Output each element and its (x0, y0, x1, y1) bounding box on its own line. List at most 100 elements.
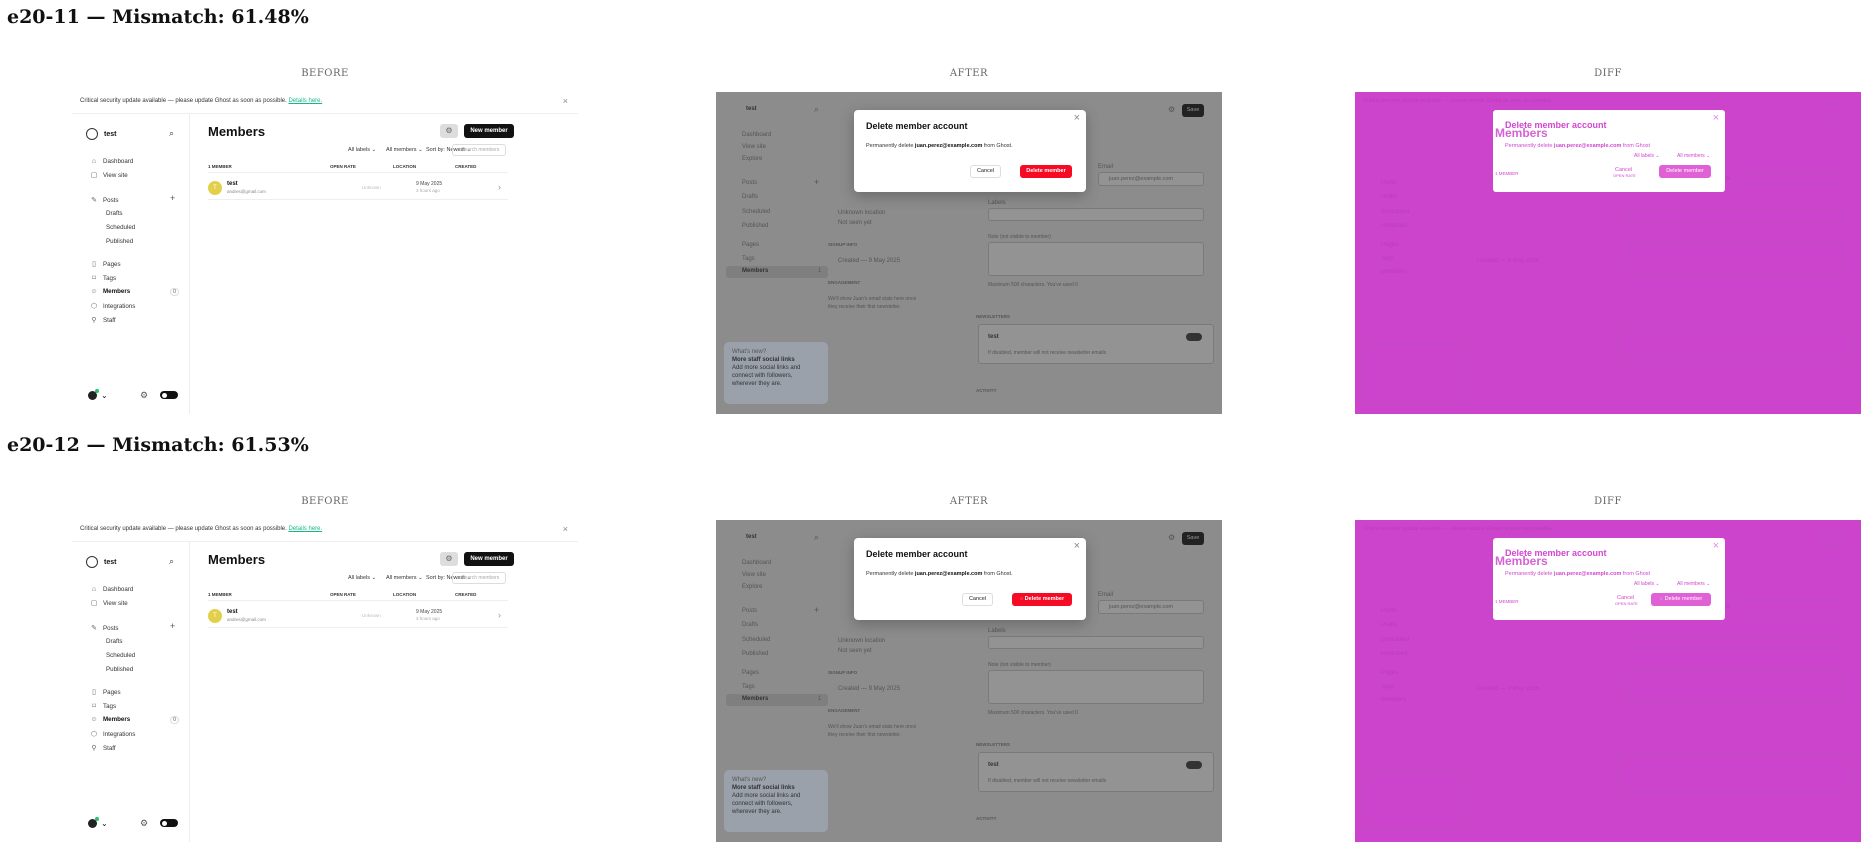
whats-new-card[interactable]: What's new? More staff social links Add … (724, 770, 828, 832)
sidebar-item-members[interactable]: ☺ Members (90, 288, 130, 295)
site-brand[interactable]: test (86, 128, 116, 140)
sidebar-item-drafts[interactable]: Drafts (106, 210, 123, 217)
sidebar-item-published[interactable]: Published (106, 238, 133, 245)
sidebar-item-scheduled[interactable]: Scheduled (742, 637, 770, 643)
search-icon[interactable]: ⌕ (169, 556, 174, 567)
sidebar-item-posts[interactable]: Posts (742, 608, 757, 614)
search-icon[interactable]: ⌕ (814, 104, 819, 115)
gear-icon[interactable]: ⚙ (140, 390, 148, 401)
sidebar-item-explore[interactable]: Explore (742, 584, 762, 590)
close-icon[interactable]: × (1074, 112, 1080, 124)
column-header[interactable]: LOCATION (393, 592, 416, 597)
sidebar-item-view-site[interactable]: ▢ View site (90, 171, 128, 180)
sidebar-item-dashboard[interactable]: Dashboard (742, 132, 771, 138)
sidebar-item-published[interactable]: Published (742, 223, 768, 229)
sidebar-item-explore[interactable]: Explore (742, 156, 762, 162)
user-menu[interactable]: ⌄ (88, 389, 108, 400)
plus-icon[interactable]: + (814, 177, 819, 187)
sidebar-item-published[interactable]: Published (742, 651, 768, 657)
sidebar-item-members[interactable]: Members 1 (726, 694, 828, 706)
table-row[interactable]: T test andres@gmail.com Unknown 9 May 20… (208, 176, 508, 200)
close-icon[interactable]: × (563, 96, 568, 106)
column-header[interactable]: CREATED (455, 164, 476, 169)
settings-button[interactable]: ⚙ (440, 124, 458, 138)
sidebar-item-staff[interactable]: ⚲ Staff (90, 744, 115, 753)
new-member-button[interactable]: New member (464, 552, 514, 566)
sidebar-item-drafts[interactable]: Drafts (106, 638, 123, 645)
note-textarea[interactable] (988, 670, 1204, 704)
email-field[interactable]: juan.perez@example.com (1098, 172, 1204, 186)
sidebar-item-tags[interactable]: Tags (742, 684, 755, 690)
search-icon[interactable]: ⌕ (169, 128, 174, 139)
save-button[interactable]: Save (1182, 104, 1204, 117)
settings-button[interactable]: ⚙ (440, 552, 458, 566)
settings-icon[interactable]: ⚙ (1168, 105, 1175, 114)
column-header[interactable]: 1 MEMBER (208, 164, 232, 169)
filter-members-dropdown[interactable]: All members ⌄ (386, 575, 423, 581)
close-icon[interactable]: × (1074, 540, 1080, 552)
sidebar-item-members[interactable]: ☺ Members (90, 716, 130, 723)
filter-labels-dropdown[interactable]: All labels ⌄ (348, 575, 376, 581)
search-input[interactable]: ⌕ Search members (452, 144, 506, 156)
sidebar-item-scheduled[interactable]: Scheduled (742, 209, 770, 215)
filter-labels-dropdown[interactable]: All labels ⌄ (348, 147, 376, 153)
sidebar-item-posts[interactable]: ✎ Posts (90, 196, 118, 205)
sidebar-item-dashboard[interactable]: ⌂ Dashboard (90, 586, 133, 593)
table-row[interactable]: T test andres@gmail.com Unknown 9 May 20… (208, 604, 508, 628)
column-header[interactable]: 1 MEMBER (208, 592, 232, 597)
close-icon[interactable]: × (563, 524, 568, 534)
sidebar-item-published[interactable]: Published (106, 666, 133, 673)
note-textarea[interactable] (988, 242, 1204, 276)
gear-icon[interactable]: ⚙ (140, 818, 148, 829)
sidebar-item-pages[interactable]: ▯ Pages (90, 688, 120, 697)
sidebar-item-view-site[interactable]: ▢ View site (90, 599, 128, 608)
plus-icon[interactable]: + (814, 605, 819, 615)
whats-new-card[interactable]: What's new? More staff social links Add … (724, 342, 828, 404)
sidebar-item-tags[interactable]: Tags (742, 256, 755, 262)
sidebar-item-staff[interactable]: ⚲ Staff (90, 316, 115, 325)
sidebar-item-scheduled[interactable]: Scheduled (106, 224, 135, 231)
sidebar-item-pages[interactable]: Pages (742, 670, 759, 676)
column-header[interactable]: OPEN RATE (330, 164, 356, 169)
sidebar-item-drafts[interactable]: Drafts (742, 194, 758, 200)
filter-members-dropdown[interactable]: All members ⌄ (386, 147, 423, 153)
sidebar-item-scheduled[interactable]: Scheduled (106, 652, 135, 659)
sidebar-item-members[interactable]: Members 1 (726, 266, 828, 278)
dark-mode-toggle[interactable] (160, 819, 178, 827)
sidebar-item-dashboard[interactable]: Dashboard (742, 560, 771, 566)
user-menu[interactable]: ⌄ (88, 817, 108, 828)
banner-details-link[interactable]: Details here. (288, 526, 322, 532)
new-member-button[interactable]: New member (464, 124, 514, 138)
newsletter-toggle[interactable] (1186, 761, 1202, 769)
save-button[interactable]: Save (1182, 532, 1204, 545)
sidebar-item-tags[interactable]: ⌑ Tags (90, 702, 116, 711)
labels-field[interactable] (988, 636, 1204, 649)
sidebar-item-view-site[interactable]: View site (742, 144, 766, 150)
sidebar-item-posts[interactable]: ✎ Posts (90, 624, 118, 633)
dark-mode-toggle[interactable] (160, 391, 178, 399)
sidebar-item-posts[interactable]: Posts (742, 180, 757, 186)
delete-member-button[interactable]: ◌ Delete member (1012, 593, 1072, 606)
banner-details-link[interactable]: Details here. (288, 98, 322, 104)
sidebar-item-dashboard[interactable]: ⌂ Dashboard (90, 158, 133, 165)
site-brand[interactable]: test (86, 556, 116, 568)
plus-icon[interactable]: + (170, 621, 175, 631)
cancel-button[interactable]: Cancel (970, 165, 1001, 178)
sidebar-item-view-site[interactable]: View site (742, 572, 766, 578)
sidebar-item-drafts[interactable]: Drafts (742, 622, 758, 628)
column-header[interactable]: LOCATION (393, 164, 416, 169)
newsletter-toggle[interactable] (1186, 333, 1202, 341)
email-field[interactable]: juan.perez@example.com (1098, 600, 1204, 614)
column-header[interactable]: CREATED (455, 592, 476, 597)
settings-icon[interactable]: ⚙ (1168, 533, 1175, 542)
sidebar-item-pages[interactable]: ▯ Pages (90, 260, 120, 269)
sidebar-item-pages[interactable]: Pages (742, 242, 759, 248)
delete-member-button[interactable]: Delete member (1020, 165, 1072, 178)
cancel-button[interactable]: Cancel (962, 593, 993, 606)
sidebar-item-tags[interactable]: ⌑ Tags (90, 274, 116, 283)
plus-icon[interactable]: + (170, 193, 175, 203)
column-header[interactable]: OPEN RATE (330, 592, 356, 597)
sidebar-item-integrations[interactable]: ⬡ Integrations (90, 302, 135, 311)
sidebar-item-integrations[interactable]: ⬡ Integrations (90, 730, 135, 739)
labels-field[interactable] (988, 208, 1204, 221)
